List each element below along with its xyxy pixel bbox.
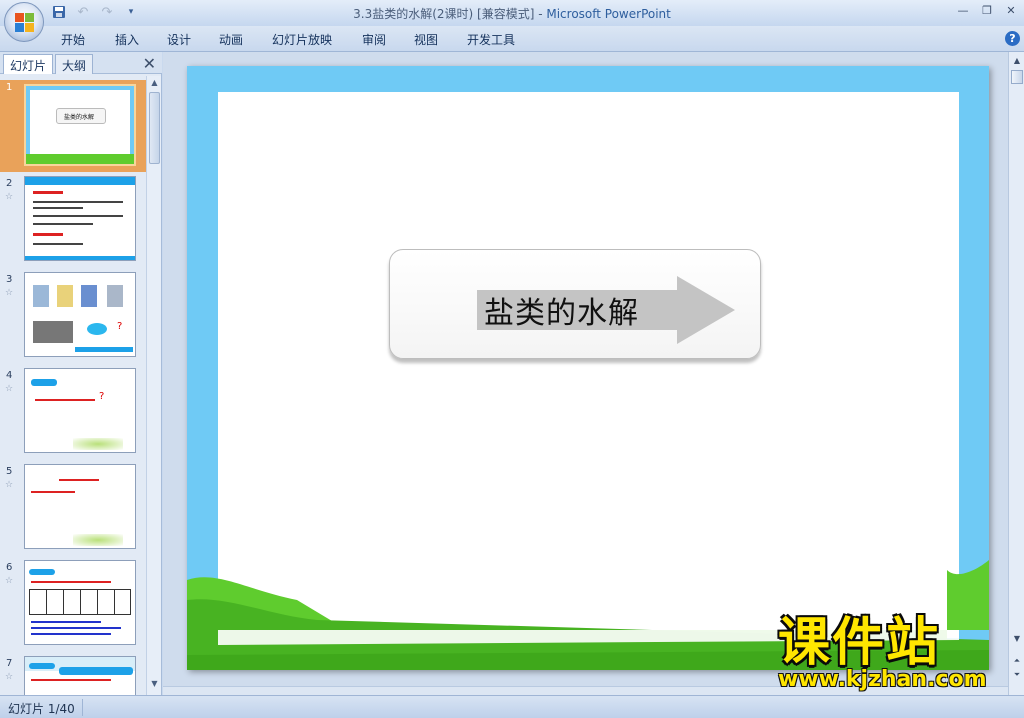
watermark-logo: 课件站 www.kjzhan.com [778,615,987,692]
thumbnail-number: 2 [6,178,13,189]
slide-thumbnail-1[interactable]: 1 盐类的水解 [0,80,146,172]
slide-editor: 盐类的水解 [163,52,1008,695]
animation-star-icon: ☆ [5,672,14,682]
tab-animations[interactable]: 动画 [219,31,243,48]
scroll-up-icon[interactable]: ▲ [1009,56,1024,65]
thumbnail-preview: ? [24,272,136,357]
previous-slide-icon[interactable]: ⏶ [1009,656,1024,666]
slide-title[interactable]: 盐类的水解 [484,288,639,332]
minimize-icon[interactable]: — [954,2,972,18]
animation-star-icon: ☆ [5,384,14,394]
window-title: 3.3盐类的水解(2课时) [兼容模式] - Microsoft PowerPo… [0,5,1024,22]
thumbnail-number: 5 [6,466,13,477]
animation-star-icon: ☆ [5,576,14,586]
ribbon-tabs: 开始 插入 设计 动画 幻灯片放映 审阅 视图 开发工具 ? [0,26,1024,52]
help-icon[interactable]: ? [1005,31,1020,46]
tab-slides[interactable]: 幻灯片 [3,54,54,74]
slides-panel: 幻灯片 大纲 ✕ 1 盐类的水解 2 ☆ 3 ☆ ? 4 ☆ ? 5 ☆ 6 ☆… [0,52,162,695]
slide-counter: 幻灯片 1/40 [8,702,75,716]
thumbnail-number: 3 [6,274,13,285]
tab-review[interactable]: 审阅 [362,31,386,48]
watermark-brand: 课件站 [778,613,941,673]
animation-star-icon: ☆ [5,288,14,298]
animation-star-icon: ☆ [5,480,14,490]
slide-thumbnail-7[interactable]: 7 ☆ [0,656,146,695]
close-icon[interactable]: ✕ [143,54,156,73]
thumbnail-number: 4 [6,370,13,381]
tab-outline[interactable]: 大纲 [55,54,94,74]
title-bar: ↶ ↷ ▾ 3.3盐类的水解(2课时) [兼容模式] - Microsoft P… [0,0,1024,26]
tab-slideshow[interactable]: 幻灯片放映 [272,31,332,48]
tab-developer[interactable]: 开发工具 [467,31,515,48]
status-bar: 幻灯片 1/40 [0,695,1024,718]
document-title: 3.3盐类的水解(2课时) [兼容模式] - [353,7,547,21]
thumbnail-list: 1 盐类的水解 2 ☆ 3 ☆ ? 4 ☆ ? 5 ☆ 6 ☆ 7 ☆ [0,76,146,695]
office-button[interactable] [4,2,44,42]
watermark-url: www.kjzhan.com [778,667,987,692]
close-icon[interactable]: ✕ [1002,2,1020,18]
next-slide-icon[interactable]: ⏷ [1009,670,1024,680]
scroll-thumb[interactable] [149,92,160,164]
scroll-down-icon[interactable]: ▼ [147,679,162,693]
scroll-thumb[interactable] [1011,70,1023,84]
thumbnail-preview [24,176,136,261]
thumbnail-scrollbar[interactable]: ▲ ▼ [146,76,161,695]
tab-insert[interactable]: 插入 [115,31,139,48]
thumbnail-preview: 盐类的水解 [24,84,136,166]
thumbnail-number: 7 [6,658,13,669]
tab-home[interactable]: 开始 [61,31,85,48]
slide-thumbnail-5[interactable]: 5 ☆ [0,464,146,552]
tab-design[interactable]: 设计 [167,31,191,48]
panel-tabs: 幻灯片 大纲 ✕ [0,52,162,74]
tab-view[interactable]: 视图 [414,31,438,48]
window-controls: — ❐ ✕ [954,2,1020,18]
slide-thumbnail-2[interactable]: 2 ☆ [0,176,146,264]
animation-star-icon: ☆ [5,192,14,202]
slide-content-area [218,92,959,638]
thumbnail-preview [24,560,136,645]
app-name: Microsoft PowerPoint [546,7,671,21]
thumbnail-preview [24,656,136,695]
thumbnail-title: 盐类的水解 [64,114,95,121]
scroll-up-icon[interactable]: ▲ [147,78,162,92]
thumbnail-number: 6 [6,562,13,573]
scroll-down-icon[interactable]: ▼ [1009,634,1024,643]
slide-thumbnail-3[interactable]: 3 ☆ ? [0,272,146,360]
thumbnail-preview [24,464,136,549]
office-logo-icon [15,13,35,33]
slide-thumbnail-4[interactable]: 4 ☆ ? [0,368,146,456]
status-divider [82,699,83,716]
thumbnail-number: 1 [6,82,13,93]
editor-scrollbar[interactable]: ▲ ▼ ⏶ ⏷ [1008,52,1024,695]
slide-thumbnail-6[interactable]: 6 ☆ [0,560,146,648]
thumbnail-preview: ? [24,368,136,453]
restore-icon[interactable]: ❐ [978,2,996,18]
current-slide[interactable]: 盐类的水解 [187,66,989,670]
